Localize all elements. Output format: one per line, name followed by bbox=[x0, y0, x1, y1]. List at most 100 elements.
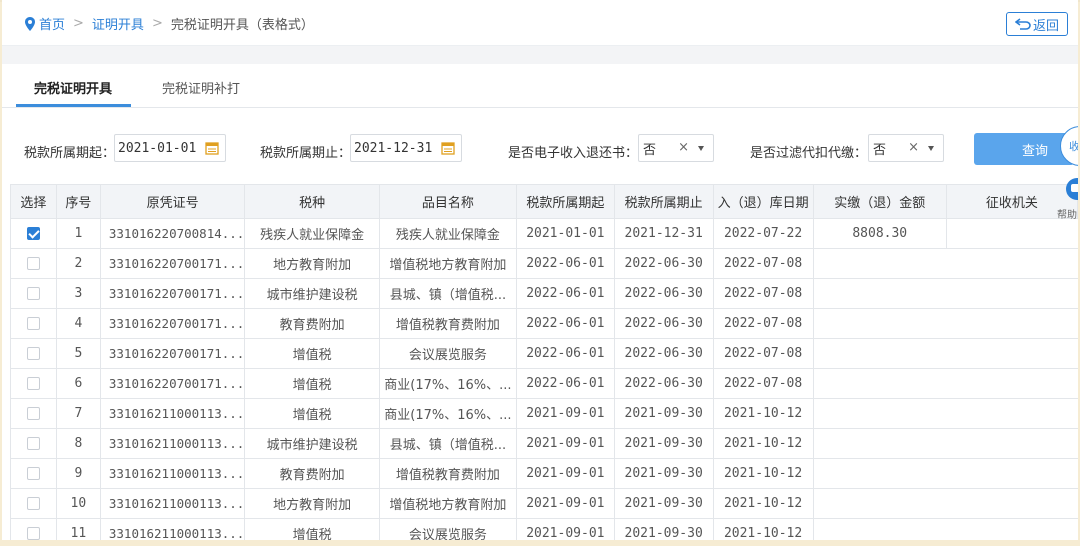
tab-reprint[interactable]: 完税证明补打 bbox=[162, 78, 240, 97]
cell-seq: 1 bbox=[55, 218, 101, 249]
return-arrow-icon bbox=[1014, 18, 1031, 30]
cell-tax-type: 增值税 bbox=[244, 368, 380, 399]
col-header-item: 品目名称 bbox=[378, 184, 517, 219]
breadcrumb-home[interactable]: 首页 bbox=[39, 14, 65, 33]
cell-tax-type: 地方教育附加 bbox=[244, 488, 380, 519]
row-checkbox[interactable] bbox=[26, 497, 40, 510]
row-checkbox[interactable] bbox=[26, 467, 40, 480]
withhold-filter-label: 是否过滤代扣代缴： bbox=[750, 146, 868, 161]
cell-voucher: 331016220700171... bbox=[99, 368, 246, 399]
table-row[interactable]: 8 331016211000113... 城市维护建设税 县城、镇（增值税... 202… bbox=[10, 428, 1078, 459]
withhold-filter-select[interactable]: 否 × bbox=[868, 134, 944, 162]
table-row[interactable]: 10 331016211000113... 地方教育附加 增值税地方教育附加 2021-… bbox=[10, 488, 1078, 519]
breadcrumb-certificate[interactable]: 证明开具 bbox=[92, 14, 144, 33]
calendar-icon[interactable] bbox=[205, 141, 219, 155]
table-row[interactable]: 7 331016211000113... 增值税 商业(17%、16%、... 2021… bbox=[10, 398, 1078, 429]
cell-voucher: 331016220700814... bbox=[99, 218, 246, 249]
cell-period-start: 2021-01-01 bbox=[515, 218, 615, 249]
cell-tax-type: 教育费附加 bbox=[244, 308, 380, 339]
table-row[interactable]: 4 331016220700171... 教育费附加 增值税教育费附加 2022-06-… bbox=[10, 308, 1078, 339]
row-checkbox[interactable] bbox=[26, 527, 40, 540]
back-button[interactable]: 返回 bbox=[1006, 12, 1068, 36]
table-row[interactable]: 6 331016220700171... 增值税 商业(17%、16%、... 2022… bbox=[10, 368, 1078, 399]
cell-tax-type: 残疾人就业保障金 bbox=[244, 218, 380, 249]
e-return-label: 是否电子收入退还书： bbox=[508, 146, 639, 161]
cell-amount bbox=[812, 398, 947, 429]
table-row[interactable]: 9 331016211000113... 教育费附加 增值税教育费附加 2021-09-… bbox=[10, 458, 1078, 489]
cell-voucher: 331016211000113... bbox=[99, 428, 246, 459]
cell-storage-date: 2021-10-12 bbox=[712, 458, 814, 489]
row-checkbox[interactable] bbox=[26, 347, 40, 360]
cell-seq: 9 bbox=[55, 458, 101, 489]
table-row[interactable]: 5 331016220700171... 增值税 会议展览服务 2022-06-01 20… bbox=[10, 338, 1078, 369]
clear-icon[interactable]: × bbox=[908, 140, 919, 155]
row-checkbox[interactable] bbox=[26, 377, 40, 390]
active-tab-indicator bbox=[16, 104, 131, 107]
row-checkbox[interactable] bbox=[26, 257, 40, 270]
row-checkbox[interactable] bbox=[26, 287, 40, 300]
cell-period-end: 2022-06-30 bbox=[613, 308, 714, 339]
row-checkbox[interactable] bbox=[26, 227, 40, 240]
cell-storage-date: 2022-07-08 bbox=[712, 248, 814, 279]
cell-storage-date: 2022-07-08 bbox=[712, 368, 814, 399]
row-checkbox[interactable] bbox=[26, 317, 40, 330]
table-row[interactable]: 1 331016220700814... 残疾人就业保障金 残疾人就业保障金 2021-… bbox=[10, 218, 1078, 249]
col-header-period-start: 税款所属期起 bbox=[515, 184, 615, 219]
col-header-period-end: 税款所属期止 bbox=[613, 184, 714, 219]
cell-office bbox=[945, 248, 1078, 279]
cell-period-end: 2021-09-30 bbox=[613, 458, 714, 489]
chevron-down-icon[interactable] bbox=[698, 146, 704, 151]
cell-storage-date: 2022-07-22 bbox=[712, 218, 814, 249]
cell-voucher: 331016211000113... bbox=[99, 458, 246, 489]
cell-office bbox=[945, 368, 1078, 399]
cell-period-end: 2021-09-30 bbox=[613, 428, 714, 459]
cell-seq: 8 bbox=[55, 428, 101, 459]
col-header-amount: 实缴（退）金额 bbox=[812, 184, 947, 219]
filter-bar: 税款所属期起： 2021-01-01 税款所属期止： 2021-12-31 是否… bbox=[2, 128, 1078, 172]
breadcrumb: 首页 > 证明开具 > 完税证明开具（表格式） bbox=[24, 14, 314, 33]
cell-office bbox=[945, 398, 1078, 429]
cell-amount bbox=[812, 308, 947, 339]
cell-select bbox=[10, 458, 57, 489]
help-label[interactable]: 帮助 bbox=[1057, 206, 1077, 221]
start-period-label: 税款所属期起： bbox=[24, 146, 116, 161]
cell-item: 商业(17%、16%、... bbox=[378, 368, 517, 399]
chevron-down-icon[interactable] bbox=[928, 146, 934, 151]
cell-office bbox=[945, 278, 1078, 309]
cell-period-end: 2021-09-30 bbox=[613, 488, 714, 519]
clear-icon[interactable]: × bbox=[678, 140, 689, 155]
breadcrumb-separator: > bbox=[151, 16, 163, 31]
cell-item: 增值税地方教育附加 bbox=[378, 248, 517, 279]
cell-seq: 2 bbox=[55, 248, 101, 279]
cell-period-end: 2022-06-30 bbox=[613, 248, 714, 279]
cell-period-start: 2021-09-01 bbox=[515, 398, 615, 429]
cell-period-start: 2022-06-01 bbox=[515, 248, 615, 279]
bottom-strip bbox=[0, 540, 1080, 546]
tab-issue[interactable]: 完税证明开具 bbox=[34, 78, 112, 97]
row-checkbox[interactable] bbox=[26, 437, 40, 450]
table-row[interactable]: 2 331016220700171... 地方教育附加 增值税地方教育附加 2022-0… bbox=[10, 248, 1078, 279]
cell-amount bbox=[812, 458, 947, 489]
cell-voucher: 331016220700171... bbox=[99, 248, 246, 279]
cell-select bbox=[10, 368, 57, 399]
row-checkbox[interactable] bbox=[26, 407, 40, 420]
cell-seq: 3 bbox=[55, 278, 101, 309]
cell-seq: 4 bbox=[55, 308, 101, 339]
table-row[interactable]: 3 331016220700171... 城市维护建设税 县城、镇（增值税... 202… bbox=[10, 278, 1078, 309]
start-period-input[interactable]: 2021-01-01 bbox=[114, 134, 226, 162]
e-return-select[interactable]: 否 × bbox=[638, 134, 714, 162]
cell-tax-type: 城市维护建设税 bbox=[244, 278, 380, 309]
cell-office bbox=[945, 308, 1078, 339]
cell-select bbox=[10, 338, 57, 369]
cell-voucher: 331016220700171... bbox=[99, 338, 246, 369]
end-period-input[interactable]: 2021-12-31 bbox=[350, 134, 462, 162]
query-button[interactable]: 查询 bbox=[974, 133, 1074, 165]
start-period-value: 2021-01-01 bbox=[118, 140, 197, 156]
cell-select bbox=[10, 398, 57, 429]
cell-seq: 5 bbox=[55, 338, 101, 369]
cell-period-start: 2022-06-01 bbox=[515, 338, 615, 369]
cell-period-start: 2022-06-01 bbox=[515, 278, 615, 309]
col-header-select: 选择 bbox=[10, 184, 57, 219]
calendar-icon[interactable] bbox=[441, 141, 455, 155]
cell-voucher: 331016211000113... bbox=[99, 398, 246, 429]
